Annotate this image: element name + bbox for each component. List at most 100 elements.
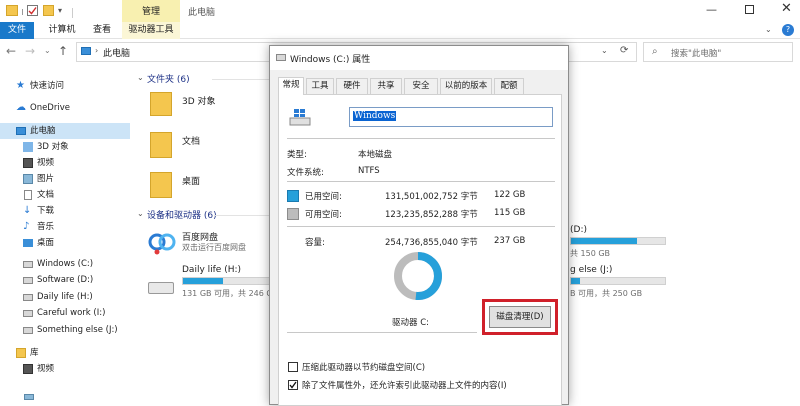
drive-d-usage-fill	[571, 238, 637, 244]
drive-d-label[interactable]: (D:)	[570, 225, 587, 235]
tab-security[interactable]: 安全	[404, 78, 438, 94]
sidebar-item-videos[interactable]: 视频	[0, 155, 132, 171]
sidebar-item-onedrive[interactable]: ☁ OneDrive	[0, 100, 132, 116]
folder-icon	[6, 5, 18, 16]
tab-view[interactable]: 查看	[86, 22, 118, 39]
refresh-icon[interactable]: ⟳	[620, 45, 628, 56]
drive-name-input[interactable]: Windows	[349, 107, 553, 127]
folder-icon[interactable]	[150, 172, 172, 198]
folder-icon[interactable]	[150, 132, 172, 158]
new-folder-icon[interactable]	[43, 5, 54, 16]
devices-group-header[interactable]: 设备和驱动器 (6)	[147, 208, 217, 221]
maximize-button[interactable]	[745, 5, 754, 14]
tab-general[interactable]: 常规	[278, 77, 304, 95]
tab-computer[interactable]: 计算机	[42, 22, 82, 39]
general-tab-panel: Windows 类型: 本地磁盘 文件系统: NTFS 已用空间: 131,50…	[278, 94, 562, 406]
sidebar-item-libraries[interactable]: 库	[0, 345, 132, 361]
drive-icon	[23, 277, 33, 284]
tab-hardware[interactable]: 硬件	[336, 78, 368, 94]
sidebar-item-drive-i[interactable]: Careful work (I:)	[0, 305, 132, 321]
drive-icon	[23, 327, 33, 334]
folder-desktop[interactable]: 桌面	[182, 174, 200, 187]
back-icon[interactable]: ←	[6, 44, 16, 58]
compress-checkbox[interactable]	[288, 362, 298, 372]
baidu-netdisk-icon[interactable]	[148, 229, 176, 255]
drive-icon	[23, 294, 33, 301]
close-button[interactable]: ✕	[781, 1, 792, 16]
capacity-label: 容量:	[305, 238, 325, 248]
search-box[interactable]: ⌕ 搜索"此电脑"	[643, 42, 793, 62]
used-space-swatch	[287, 190, 299, 202]
sidebar-item-this-pc[interactable]: 此电脑	[0, 123, 130, 139]
filesystem-label: 文件系统:	[287, 168, 324, 178]
index-label[interactable]: 除了文件属性外，还允许索引此驱动器上文件的内容(I)	[302, 379, 507, 391]
sidebar-item-drive-h[interactable]: Daily life (H:)	[0, 289, 132, 305]
sidebar-item-3d-objects[interactable]: 3D 对象	[0, 139, 132, 155]
properties-icon[interactable]	[27, 5, 38, 16]
folder-documents[interactable]: 文档	[182, 134, 200, 147]
computer-icon	[81, 47, 91, 55]
minimize-button[interactable]: —	[706, 3, 717, 16]
drive-icon[interactable]	[148, 282, 174, 294]
quick-access-dropdown-icon[interactable]: ▾	[58, 6, 62, 15]
sidebar-item-desktop[interactable]: 桌面	[0, 235, 132, 251]
tab-drive-tools[interactable]: 驱动器工具	[122, 22, 180, 39]
sidebar-item-quick-access[interactable]: ★ 快速访问	[0, 78, 132, 94]
properties-dialog: Windows (C:) 属性 常规 工具 硬件 共享 安全 以前的版本 配额 …	[269, 45, 569, 406]
manage-context-tab[interactable]: 管理	[122, 4, 180, 17]
drive-h-sub: 131 GB 可用，共 246 G	[182, 289, 270, 298]
drive-icon	[276, 54, 286, 61]
drive-letter-label: 驱动器 C:	[392, 318, 430, 328]
tab-quota[interactable]: 配额	[494, 78, 524, 94]
chevron-down-icon[interactable]: ⌄	[765, 25, 772, 34]
sidebar-item-downloads[interactable]: ↓ 下载	[0, 203, 132, 219]
address-path: 此电脑	[103, 49, 131, 59]
collapse-folders-icon[interactable]: ⌄	[137, 73, 144, 82]
tab-sharing[interactable]: 共享	[370, 78, 402, 94]
tab-previous-versions[interactable]: 以前的版本	[440, 78, 492, 94]
dialog-title: Windows (C:) 属性	[290, 55, 371, 65]
filesystem-value: NTFS	[358, 166, 380, 176]
disk-cleanup-button[interactable]: 磁盘清理(D)	[489, 306, 551, 328]
drive-j-sub: B 可用，共 250 GB	[570, 289, 643, 298]
cube-icon	[23, 142, 33, 152]
help-icon[interactable]: ?	[782, 24, 794, 36]
folder-3d-objects[interactable]: 3D 对象	[182, 94, 216, 107]
download-icon: ↓	[23, 205, 32, 216]
folder-icon[interactable]	[150, 92, 172, 116]
drive-name-value: Windows	[353, 111, 397, 121]
collapse-devices-icon[interactable]: ⌄	[137, 209, 144, 218]
search-placeholder: 搜索"此电脑"	[671, 49, 722, 59]
sidebar-item-music[interactable]: ♪ 音乐	[0, 219, 132, 235]
tab-file[interactable]: 文件	[0, 22, 34, 39]
sidebar-item-library-videos[interactable]: 视频	[0, 361, 132, 377]
sidebar-item-drive-c[interactable]: Windows (C:)	[0, 256, 132, 272]
drive-icon	[23, 261, 33, 268]
drive-h-label[interactable]: Daily life (H:)	[182, 265, 241, 275]
sidebar-item-drive-d[interactable]: Software (D:)	[0, 272, 132, 288]
tab-tools[interactable]: 工具	[306, 78, 334, 94]
compress-label[interactable]: 压缩此驱动器以节约磁盘空间(C)	[302, 361, 425, 373]
video-icon	[23, 158, 33, 168]
sidebar-item-drive-j[interactable]: Something else (J:)	[0, 322, 132, 338]
music-icon: ♪	[23, 221, 30, 232]
recent-dropdown-icon[interactable]: ⌄	[44, 46, 51, 55]
up-icon[interactable]: ↑	[58, 44, 68, 58]
sidebar-item-documents[interactable]: 文档	[0, 187, 132, 203]
index-checkbox[interactable]	[288, 380, 298, 390]
window-title: 此电脑	[188, 8, 216, 18]
drive-j-usage-bar	[570, 277, 666, 285]
desktop-icon	[23, 239, 33, 247]
drive-d-sub: 共 150 GB	[570, 249, 611, 258]
windows-drive-icon	[289, 109, 311, 126]
used-space-label: 已用空间:	[305, 192, 342, 202]
folders-group-header[interactable]: 文件夹 (6)	[147, 72, 190, 85]
sidebar-item-pictures[interactable]: 图片	[0, 171, 132, 187]
drive-h-usage-fill	[183, 278, 224, 284]
star-icon: ★	[16, 80, 25, 91]
forward-icon[interactable]: →	[25, 44, 35, 58]
address-dropdown-icon[interactable]: ⌄	[601, 46, 608, 55]
drive-j-label[interactable]: g else (J:)	[570, 265, 612, 275]
capacity-gb: 237 GB	[494, 236, 526, 246]
capacity-bytes: 254,736,855,040 字节	[385, 238, 478, 248]
